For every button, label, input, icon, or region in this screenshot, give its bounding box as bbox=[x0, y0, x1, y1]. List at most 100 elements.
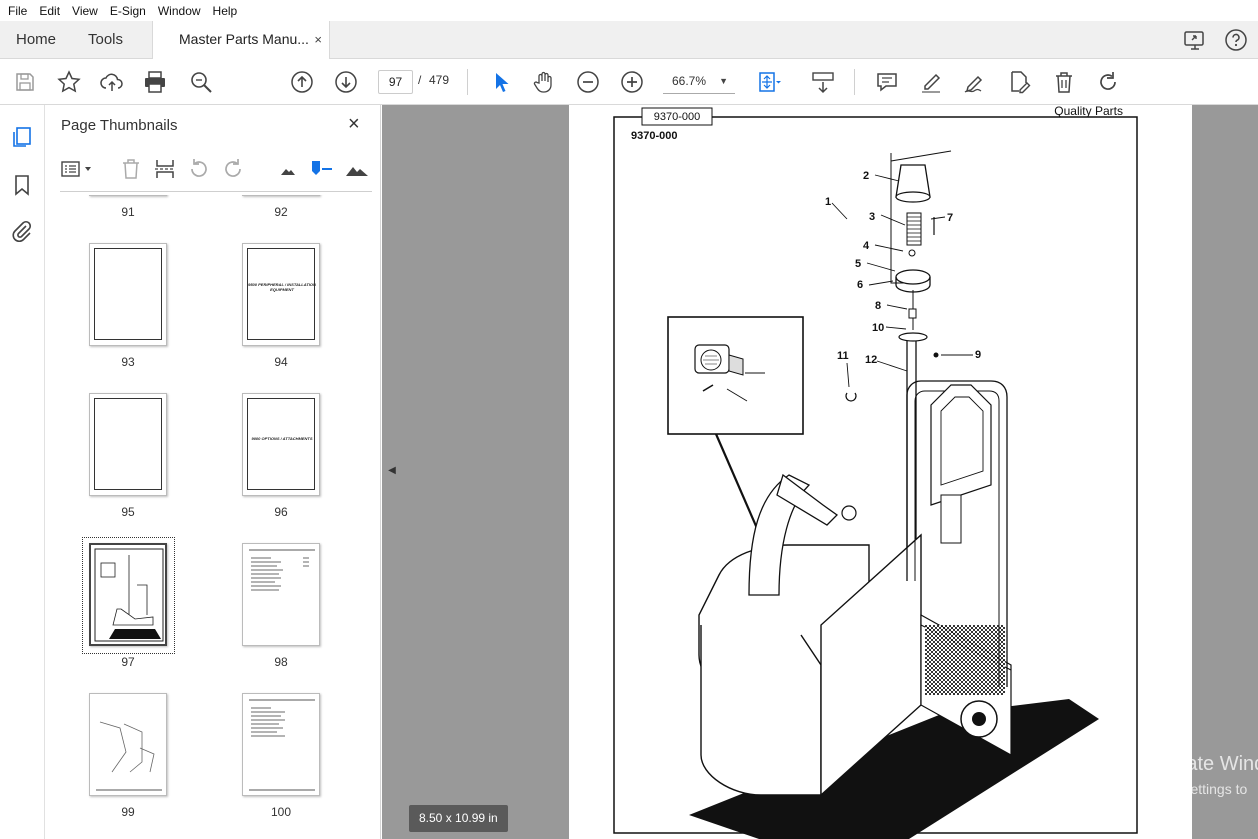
page-thumbnails-icon[interactable] bbox=[10, 125, 34, 149]
callout-5: 5 bbox=[855, 258, 861, 270]
callout-12: 12 bbox=[865, 354, 877, 366]
thumbnail-list: 91 92 9500 PERIPHERAL / INSTALLATION EQU… bbox=[46, 195, 366, 839]
page-thumbnail-95[interactable] bbox=[89, 393, 167, 496]
hand-tool-icon[interactable] bbox=[531, 69, 557, 95]
page-thumbnail-97[interactable] bbox=[89, 543, 167, 646]
total-pages: 479 bbox=[429, 73, 450, 87]
redo-rotate-icon[interactable] bbox=[1095, 69, 1121, 95]
page-thumbnail-label: 97 bbox=[121, 655, 135, 669]
page-thumbnail-96[interactable]: 9000 OPTIONS / ATTACHMENTS bbox=[242, 393, 320, 496]
page-thumbnail-label: 91 bbox=[121, 205, 135, 219]
rotate-clockwise-icon[interactable] bbox=[221, 157, 245, 181]
callout-9: 9 bbox=[975, 349, 981, 361]
thumbnail-section-text: 9500 PERIPHERAL / INSTALLATION EQUIPMENT bbox=[248, 282, 316, 292]
sign-pen-icon[interactable] bbox=[962, 69, 988, 95]
document-tab-title: Master Parts Manu... bbox=[179, 31, 309, 47]
delete-trash-icon[interactable] bbox=[1051, 69, 1077, 95]
page-thumbnails-panel: Page Thumbnails × 91 92 9500 PERIPHERAL … bbox=[46, 105, 423, 839]
callout-10: 10 bbox=[872, 322, 884, 334]
page-number-input[interactable]: 97 bbox=[378, 70, 413, 94]
menu-view[interactable]: View bbox=[66, 4, 104, 18]
page-thumbnail-label: 98 bbox=[274, 655, 288, 669]
document-view[interactable]: ◀ 9370-000 Quality Parts 9370-000 1 2 3 … bbox=[382, 105, 1258, 839]
zoom-in-icon[interactable] bbox=[619, 69, 645, 95]
fit-page-icon[interactable] bbox=[755, 69, 781, 95]
header-right-text: Quality Parts bbox=[1054, 105, 1123, 118]
callout-6: 6 bbox=[857, 279, 863, 291]
menu-bar: File Edit View E-Sign Window Help bbox=[0, 0, 1258, 21]
toolbar-divider bbox=[854, 69, 855, 95]
tab-home[interactable]: Home bbox=[16, 21, 56, 58]
help-icon[interactable] bbox=[1224, 28, 1248, 52]
panel-title: Page Thumbnails bbox=[61, 117, 178, 134]
page-thumbnail-label: 93 bbox=[121, 355, 135, 369]
parts-illustration: 9370-000 Quality Parts 9370-000 1 2 3 4 … bbox=[613, 105, 1138, 839]
panel-divider bbox=[60, 191, 372, 192]
zoom-level-select[interactable]: 66.7% ▼ bbox=[663, 70, 735, 94]
page-size-badge: 8.50 x 10.99 in bbox=[409, 805, 508, 832]
thumbnail-size-small-icon[interactable] bbox=[276, 157, 300, 181]
delete-page-icon[interactable] bbox=[119, 157, 143, 181]
zoom-out-icon[interactable] bbox=[575, 69, 601, 95]
thumbnail-size-slider[interactable] bbox=[308, 157, 334, 181]
callout-3: 3 bbox=[869, 211, 875, 223]
attachments-paperclip-icon[interactable] bbox=[10, 219, 34, 243]
next-page-icon[interactable] bbox=[333, 69, 359, 95]
menu-edit[interactable]: Edit bbox=[33, 4, 66, 18]
page-thumbnail-91[interactable] bbox=[89, 195, 167, 196]
menu-window[interactable]: Window bbox=[152, 4, 207, 18]
previous-page-icon[interactable] bbox=[289, 69, 315, 95]
page-thumbnail-98[interactable] bbox=[242, 543, 320, 646]
page-thumbnail-label: 94 bbox=[274, 355, 288, 369]
edit-document-icon[interactable] bbox=[1006, 69, 1032, 95]
select-cursor-icon[interactable] bbox=[488, 69, 514, 95]
page-thumbnail-label: 96 bbox=[274, 505, 288, 519]
menu-esign[interactable]: E-Sign bbox=[104, 4, 152, 18]
rotate-counterclockwise-icon[interactable] bbox=[187, 157, 211, 181]
close-panel-icon[interactable]: × bbox=[348, 113, 360, 136]
chevron-down-icon: ▼ bbox=[719, 76, 728, 86]
page-thumbnail-94[interactable]: 9500 PERIPHERAL / INSTALLATION EQUIPMENT bbox=[242, 243, 320, 346]
thumbnail-section-text: 9000 OPTIONS / ATTACHMENTS bbox=[251, 436, 313, 441]
share-screen-icon[interactable] bbox=[1183, 28, 1207, 52]
page-thumbnail-93[interactable] bbox=[89, 243, 167, 346]
toolbar-divider bbox=[467, 69, 468, 95]
page-thumbnail-99[interactable] bbox=[89, 693, 167, 796]
page-thumbnail-label: 100 bbox=[270, 805, 292, 819]
print-icon[interactable] bbox=[142, 69, 168, 95]
callout-8: 8 bbox=[875, 300, 881, 312]
page-separator: / bbox=[418, 73, 422, 87]
thumbnail-toolbar bbox=[46, 149, 381, 191]
callout-2: 2 bbox=[863, 170, 869, 182]
highlight-pen-icon[interactable] bbox=[918, 69, 944, 95]
bookmarks-icon[interactable] bbox=[10, 173, 34, 197]
bookmark-star-icon[interactable] bbox=[56, 69, 82, 95]
comment-icon[interactable] bbox=[874, 69, 900, 95]
options-menu-icon[interactable] bbox=[60, 157, 94, 181]
collapse-panel-icon[interactable]: ◀ bbox=[385, 459, 399, 483]
tab-document[interactable]: Master Parts Manu... × bbox=[152, 21, 330, 59]
scroll-mode-icon[interactable] bbox=[810, 69, 836, 95]
toolbar: 97 / 479 66.7% ▼ bbox=[0, 59, 1258, 105]
upload-cloud-icon[interactable] bbox=[99, 69, 125, 95]
close-tab-icon[interactable]: × bbox=[314, 21, 322, 58]
page-tab-label: 9370-000 bbox=[654, 111, 701, 123]
callout-1: 1 bbox=[825, 196, 831, 208]
menu-file[interactable]: File bbox=[2, 4, 33, 18]
thumbnail-size-large-icon[interactable] bbox=[344, 157, 370, 181]
page-thumbnail-92[interactable] bbox=[242, 195, 320, 196]
extract-pages-icon[interactable] bbox=[153, 157, 177, 181]
menu-help[interactable]: Help bbox=[207, 4, 244, 18]
zoom-search-icon[interactable] bbox=[188, 69, 214, 95]
activation-watermark-title: Activate Wind bbox=[1143, 753, 1258, 775]
tab-bar: Home Tools Master Parts Manu... × bbox=[0, 21, 1258, 59]
page-thumbnail-label: 99 bbox=[121, 805, 135, 819]
page-thumbnail-100[interactable] bbox=[242, 693, 320, 796]
navigation-rail bbox=[0, 105, 45, 839]
page-thumbnail-label: 95 bbox=[121, 505, 135, 519]
callout-11: 11 bbox=[837, 350, 849, 362]
save-icon[interactable] bbox=[12, 69, 38, 95]
callout-4: 4 bbox=[863, 240, 870, 252]
tab-tools[interactable]: Tools bbox=[88, 21, 123, 58]
activation-watermark-subtitle: Go to Settings to bbox=[1143, 781, 1248, 797]
